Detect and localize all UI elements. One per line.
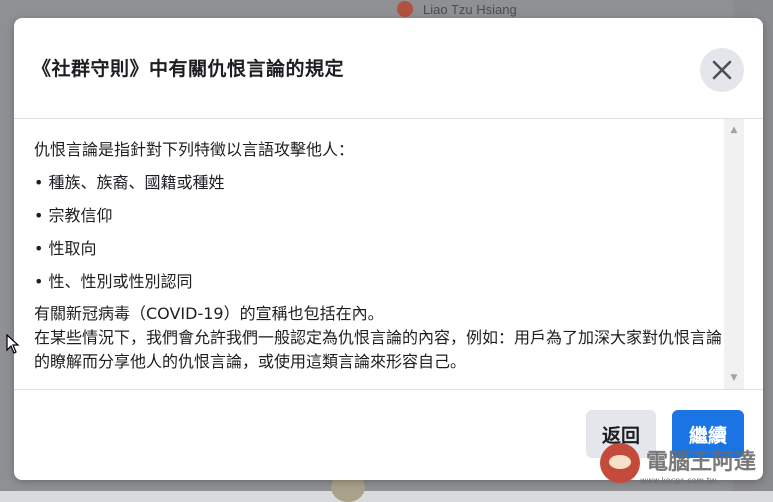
background-post-header: Liao Tzu Hsiang <box>385 0 773 18</box>
list-item: 性、性別或性別認同 <box>34 269 724 302</box>
close-icon <box>712 60 732 80</box>
dialog-body[interactable]: 仇恨言論是指針對下列特徵以言語攻擊他人： 種族、族裔、國籍或種姓 宗教信仰 性取… <box>14 119 763 390</box>
dialog-content: 仇恨言論是指針對下列特徵以言語攻擊他人： 種族、族裔、國籍或種姓 宗教信仰 性取… <box>34 137 724 374</box>
back-button[interactable]: 返回 <box>586 410 656 458</box>
exception-note: 在某些情況下，我們會允許我們一般認定為仇恨言論的內容，例如：用戶為了加深大家對仇… <box>34 328 723 371</box>
watermark-url: www.kocpc.com.tw <box>640 476 717 485</box>
close-button[interactable] <box>700 48 744 92</box>
dialog-footer: 返回 繼續 <box>14 390 763 480</box>
scroll-up-arrow-icon[interactable]: ▲ <box>724 121 744 139</box>
scroll-thumb[interactable] <box>729 141 739 369</box>
background-user-name: Liao Tzu Hsiang <box>423 1 517 17</box>
dialog-header: 《社群守則》中有關仇恨言論的規定 <box>14 18 763 119</box>
scrollbar[interactable]: ▲ ▼ <box>724 119 744 389</box>
covid-note: 有關新冠病毒（COVID-19）的宣稱也包括在內。 <box>34 304 384 323</box>
list-item: 性取向 <box>34 236 724 269</box>
dialog-title: 《社群守則》中有關仇恨言論的規定 <box>32 58 345 80</box>
scroll-down-arrow-icon[interactable]: ▼ <box>724 369 744 387</box>
list-item: 宗教信仰 <box>34 203 724 236</box>
list-item: 種族、族裔、國籍或種姓 <box>34 170 724 203</box>
continue-button[interactable]: 繼續 <box>672 410 744 458</box>
avatar <box>397 1 413 17</box>
mouse-cursor-icon <box>6 334 20 354</box>
protected-characteristics-list: 種族、族裔、國籍或種姓 宗教信仰 性取向 性、性別或性別認同 <box>34 170 724 302</box>
hate-speech-rules-dialog: 《社群守則》中有關仇恨言論的規定 仇恨言論是指針對下列特徵以言語攻擊他人： 種族… <box>14 18 763 480</box>
intro-text: 仇恨言論是指針對下列特徵以言語攻擊他人： <box>34 140 355 159</box>
